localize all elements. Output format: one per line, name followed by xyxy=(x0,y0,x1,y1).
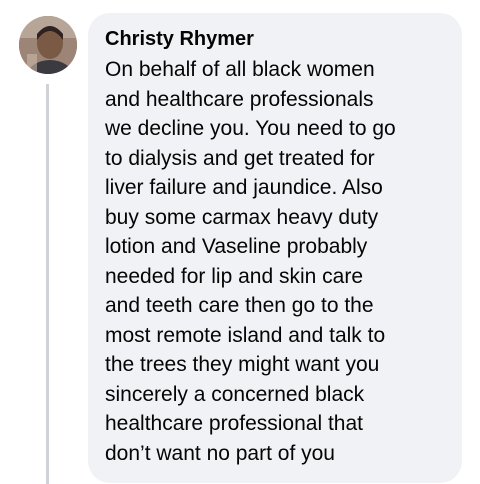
avatar[interactable] xyxy=(19,16,77,74)
comment-line: healthcare professional that xyxy=(105,412,363,435)
reply-thread-line xyxy=(46,84,49,484)
comment-line: On behalf of all black women xyxy=(105,58,375,81)
comment-line: buy some carmax heavy duty xyxy=(105,205,379,229)
comment-line: we decline you. You need to go xyxy=(105,117,396,140)
comment-line: don’t want no part of you xyxy=(105,441,335,465)
comment-author-name[interactable]: Christy Rhymer xyxy=(105,26,450,52)
profile-photo xyxy=(19,16,77,74)
comment-line: sincerely a concerned black xyxy=(105,382,365,406)
comment-line: lotion and Vaseline probably xyxy=(105,235,368,258)
comment-line: the trees they might want you xyxy=(105,353,380,376)
comment-line: needed for lip and skin care xyxy=(105,264,363,288)
comment-text: On behalf of all black women and healthc… xyxy=(105,55,450,468)
comment-line: most remote island and talk to xyxy=(105,323,386,347)
comment-line: and teeth care then go to the xyxy=(105,294,374,317)
comment-line: and healthcare professionals xyxy=(105,87,374,111)
comment-bubble: Christy Rhymer On behalf of all black wo… xyxy=(88,13,462,483)
comment-line: liver failure and jaundice. Also xyxy=(105,176,383,199)
comment-line: to dialysis and get treated for xyxy=(105,146,375,170)
